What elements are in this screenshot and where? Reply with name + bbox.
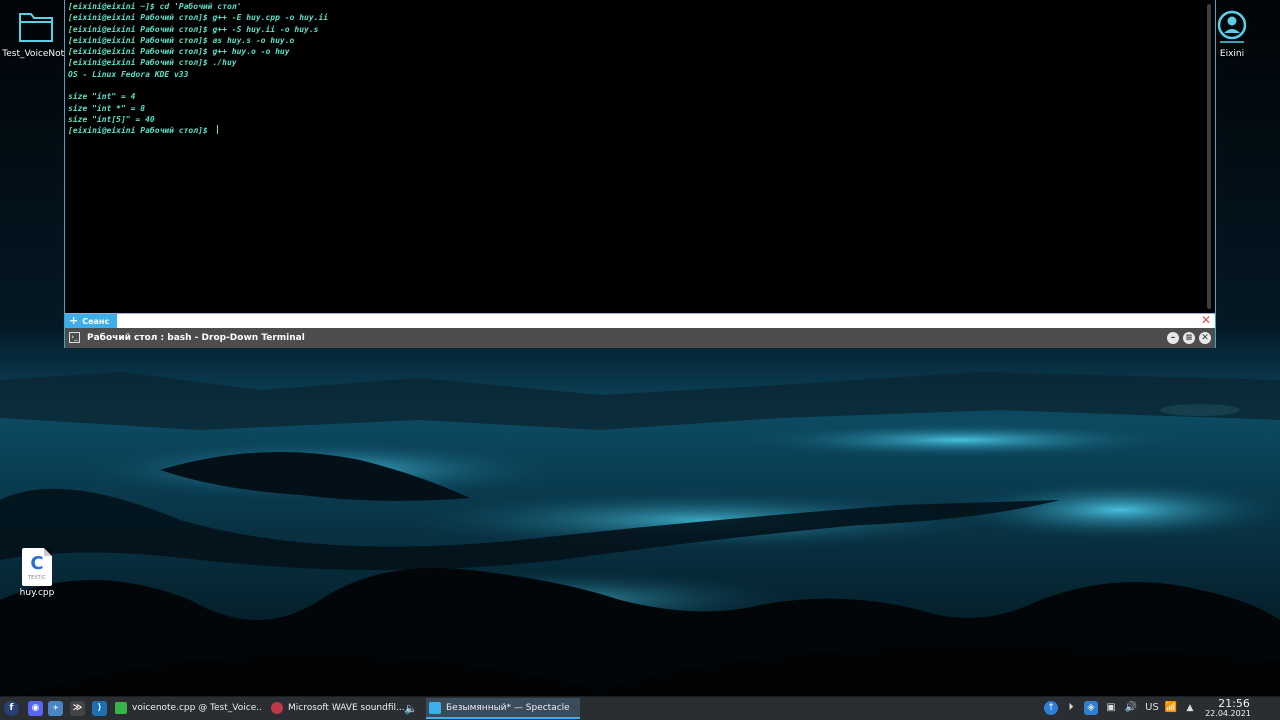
terminal-line: [eixini@eixini Рабочий стол]$ g++ -S huy… (68, 24, 319, 34)
audio-file-icon (271, 702, 283, 714)
desktop-file-huy-cpp[interactable]: C TEXT/C huy.cpp (0, 548, 77, 598)
chevron-up-icon[interactable]: ▲ (1183, 701, 1197, 715)
task-label: Безымянный* — Spectacle (446, 703, 570, 713)
terminal-scrollbar[interactable] (1207, 4, 1211, 309)
vscode-icon[interactable]: ⟩ (92, 701, 107, 716)
menu-icon[interactable]: ≡ (1183, 332, 1195, 344)
task-wave-soundfile[interactable]: Microsoft WAVE soundfil... 🔈 (268, 698, 420, 719)
session-tab-bar: + Сеанс ✕ (65, 313, 1215, 328)
file-badge: C (30, 553, 44, 574)
terminal-line: size "int *" = 8 (68, 103, 146, 113)
close-icon[interactable]: ✕ (1199, 332, 1211, 344)
close-tab-icon[interactable]: ✕ (1199, 314, 1213, 328)
terminal-line: size "int[5]" = 40 (68, 114, 155, 124)
c-source-file-icon: C TEXT/C (22, 548, 52, 586)
dropdown-terminal-window[interactable]: [eixini@eixini ~]$ cd 'Рабочий стол' [eix… (64, 0, 1216, 348)
volume-icon[interactable]: 🔊 (1124, 701, 1138, 715)
window-title: Рабочий стол : bash - Drop-Down Terminal (87, 333, 305, 343)
qtcreator-icon (115, 702, 127, 714)
task-label: Microsoft WAVE soundfil... (288, 703, 405, 713)
terminal-line: [eixini@eixini Рабочий стол]$ g++ -E huy… (68, 13, 329, 23)
tab-label: Сеанс (82, 317, 110, 326)
terminal-line: [eixini@eixini Рабочий стол]$ g++ huy.o … (68, 47, 290, 57)
terminal-output[interactable]: [eixini@eixini ~]$ cd 'Рабочий стол' [eix… (68, 1, 1201, 313)
tab-session[interactable]: + Сеанс (65, 314, 117, 328)
terminal-title-bar[interactable]: ›_ Рабочий стол : bash - Drop-Down Termi… (65, 328, 1215, 348)
clock-date[interactable]: 22.04.2021 (1200, 709, 1256, 719)
vpn-icon[interactable]: ◈ (1084, 701, 1098, 715)
terminal-line: size "int" = 4 (68, 92, 136, 102)
file-type-label: TEXT/C (28, 575, 46, 581)
terminal-line: [eixini@eixini ~]$ cd 'Рабочий стол' (68, 2, 242, 11)
spectacle-icon (429, 702, 441, 714)
task-spectacle[interactable]: Безымянный* — Spectacle (426, 698, 580, 719)
task-voicenote[interactable]: voicenote.cpp @ Test_Voice... (112, 698, 262, 719)
keyboard-layout-indicator[interactable]: US (1142, 701, 1162, 715)
task-label: voicenote.cpp @ Test_Voice... (132, 703, 262, 713)
terminal-icon: ›_ (69, 332, 80, 343)
terminal-tray-icon[interactable]: ▣ (1104, 701, 1118, 715)
terminal-line: [eixini@eixini Рабочий стол]$ as huy.s -… (68, 35, 295, 45)
minimize-icon[interactable]: – (1167, 332, 1179, 344)
taskbar-panel: f ◉ ✈ ≫ ⟩ voicenote.cpp @ Test_Voice... … (0, 696, 1280, 720)
fedora-launcher-icon[interactable]: f (4, 701, 19, 716)
discord-icon[interactable]: ◉ (28, 701, 43, 716)
terminal-line: [eixini@eixini Рабочий стол]$ (68, 125, 1201, 136)
user-icon (1217, 10, 1247, 43)
wifi-icon[interactable]: 📶 (1164, 701, 1178, 715)
updates-icon[interactable]: ↑ (1044, 701, 1058, 715)
media-player-icon[interactable]: ⏵ (1064, 701, 1078, 715)
add-tab-icon[interactable]: + (69, 314, 78, 327)
speaker-icon: 🔈 (404, 702, 418, 715)
text-cursor (216, 125, 218, 135)
desktop-icon-label: huy.cpp (19, 588, 55, 598)
telegram-badge-icon[interactable]: ✈ (48, 701, 63, 716)
folder-icon (19, 13, 53, 42)
app-launcher-icon[interactable]: ≫ (70, 701, 85, 716)
terminal-line: OS - Linux Fedora KDE v33 (68, 69, 189, 79)
terminal-line: [eixini@eixini Рабочий стол]$ ./huy (68, 58, 237, 68)
